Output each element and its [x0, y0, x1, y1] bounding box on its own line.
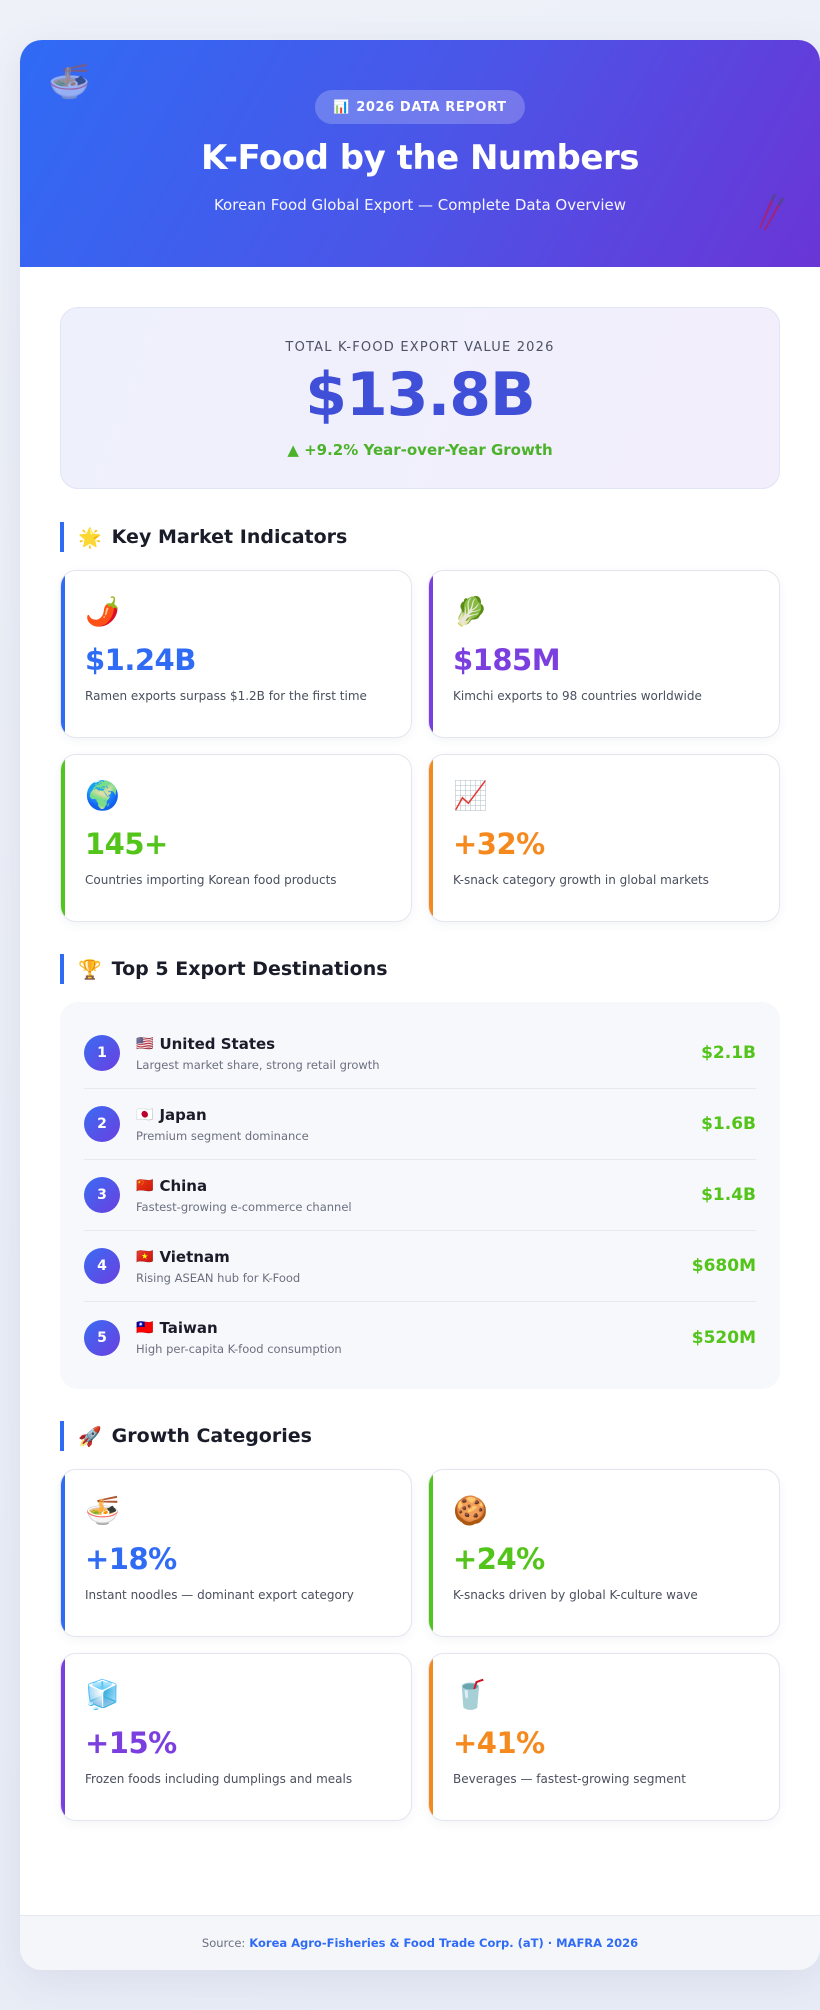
destination-value: $1.6B — [701, 1114, 756, 1134]
total-value: $13.8B — [305, 360, 536, 430]
section-title-indicators: 🌟 Key Market Indicators — [60, 522, 780, 552]
growth-desc: Instant noodles — dominant export catego… — [85, 1588, 354, 1602]
growth-card: 🍜 +18% Instant noodles — dominant export… — [60, 1469, 412, 1637]
destination-name: Taiwan — [159, 1319, 218, 1337]
trophy-icon: 🏆 — [78, 958, 102, 981]
growth-value: +18% — [85, 1542, 177, 1576]
indicator-value: 145+ — [85, 827, 168, 861]
indicator-card: 🌍 145+ Countries importing Korean food p… — [60, 754, 412, 922]
trend-up-icon: 📈 — [453, 779, 488, 812]
section-title-text: Top 5 Export Destinations — [111, 958, 388, 980]
destination-desc: Largest market share, strong retail grow… — [136, 1057, 380, 1072]
star-icon: 🌟 — [78, 526, 102, 549]
section-title-text: Key Market Indicators — [111, 526, 348, 548]
indicator-desc: K-snack category growth in global market… — [453, 873, 709, 887]
destination-value: $1.4B — [701, 1185, 756, 1205]
list-item: 1 🇺🇸 United States Largest market share,… — [84, 1018, 756, 1089]
rank-badge: 3 — [84, 1177, 120, 1213]
china-flag-icon: 🇨🇳 — [136, 1177, 154, 1194]
cookie-icon: 🍪 — [453, 1494, 488, 1527]
footer: Source: Korea Agro-Fisheries & Food Trad… — [20, 1915, 820, 1970]
growth-value: +15% — [85, 1726, 177, 1760]
source-link[interactable]: Korea Agro-Fisheries & Food Trade Corp. … — [249, 1936, 638, 1950]
page-subtitle: Korean Food Global Export — Complete Dat… — [213, 196, 627, 214]
indicator-desc: Kimchi exports to 98 countries worldwide — [453, 689, 702, 703]
list-item: 4 🇻🇳 Vietnam Rising ASEAN hub for K-Food… — [84, 1231, 756, 1302]
indicator-value: $1.24B — [85, 643, 196, 677]
section-title-destinations: 🏆 Top 5 Export Destinations — [60, 954, 780, 984]
source-prefix: Source: — [201, 1936, 246, 1950]
destinations-list: 1 🇺🇸 United States Largest market share,… — [60, 1002, 780, 1389]
badge-label: 2026 DATA REPORT — [356, 99, 507, 115]
destination-desc: Rising ASEAN hub for K-Food — [136, 1270, 301, 1285]
indicator-value: +32% — [453, 827, 545, 861]
bar-chart-icon: 📊 — [333, 99, 351, 115]
beverage-cup-icon: 🥤 — [453, 1678, 488, 1711]
list-item: 5 🇹🇼 Taiwan High per-capita K-food consu… — [84, 1302, 756, 1373]
japan-flag-icon: 🇯🇵 — [136, 1106, 154, 1123]
rank-badge: 2 — [84, 1106, 120, 1142]
vietnam-flag-icon: 🇻🇳 — [136, 1248, 154, 1265]
growth-grid: 🍜 +18% Instant noodles — dominant export… — [60, 1469, 780, 1821]
destination-name: United States — [159, 1034, 276, 1053]
destination-desc: Premium segment dominance — [136, 1128, 309, 1143]
growth-desc: K-snacks driven by global K-culture wave — [453, 1588, 698, 1602]
destination-name: Japan — [159, 1105, 207, 1124]
growth-card: 🍪 +24% K-snacks driven by global K-cultu… — [428, 1469, 780, 1637]
indicator-value: $185M — [453, 643, 561, 677]
indicator-card: 🌶️ $1.24B Ramen exports surpass $1.2B fo… — [60, 570, 412, 738]
taiwan-flag-icon: 🇹🇼 — [136, 1320, 154, 1336]
growth-card: 🥤 +41% Beverages — fastest-growing segme… — [428, 1653, 780, 1821]
noodle-bowl-icon: 🍜 — [85, 1494, 120, 1527]
indicator-desc: Ramen exports surpass $1.2B for the firs… — [85, 689, 367, 703]
destination-value: $680M — [691, 1256, 756, 1276]
destination-value: $520M — [691, 1327, 756, 1348]
report-card: 🍜 🥢 📊 2026 DATA REPORT K-Food by the Num… — [20, 40, 820, 1970]
growth-desc: Beverages — fastest-growing segment — [453, 1772, 686, 1786]
growth-value: +41% — [453, 1726, 545, 1760]
indicator-desc: Countries importing Korean food products — [85, 873, 337, 887]
growth-value: +24% — [453, 1542, 545, 1576]
section-title-text: Growth Categories — [111, 1425, 312, 1447]
rank-badge: 1 — [84, 1035, 120, 1071]
total-label: TOTAL K-FOOD EXPORT VALUE 2026 — [285, 340, 555, 355]
globe-icon: 🌍 — [85, 779, 120, 812]
page-title: K-Food by the Numbers — [201, 138, 639, 178]
destination-name: China — [159, 1176, 208, 1195]
yoy-growth: ▲ +9.2% Year-over-Year Growth — [287, 441, 553, 459]
rank-badge: 4 — [84, 1248, 120, 1284]
destination-desc: Fastest-growing e-commerce channel — [136, 1199, 352, 1214]
section-title-growth: 🚀 Growth Categories — [60, 1421, 780, 1451]
leafy-greens-icon: 🥬 — [453, 595, 488, 628]
list-item: 2 🇯🇵 Japan Premium segment dominance $1.… — [84, 1089, 756, 1160]
growth-card: 🧊 +15% Frozen foods including dumplings … — [60, 1653, 412, 1821]
destination-name: Vietnam — [159, 1247, 230, 1266]
rank-badge: 5 — [84, 1319, 120, 1356]
indicator-card: 🥬 $185M Kimchi exports to 98 countries w… — [428, 570, 780, 738]
report-badge: 📊 2026 DATA REPORT — [315, 90, 525, 124]
indicator-card: 📈 +32% K-snack category growth in global… — [428, 754, 780, 922]
chili-pepper-icon: 🌶️ — [85, 595, 120, 628]
total-export-panel: TOTAL K-FOOD EXPORT VALUE 2026 $13.8B ▲ … — [60, 307, 780, 489]
rocket-icon: 🚀 — [78, 1425, 102, 1448]
us-flag-icon: 🇺🇸 — [136, 1035, 154, 1052]
ice-cube-icon: 🧊 — [85, 1678, 120, 1711]
hero-banner: 🍜 🥢 📊 2026 DATA REPORT K-Food by the Num… — [20, 40, 820, 267]
destination-value: $2.1B — [701, 1043, 756, 1063]
growth-desc: Frozen foods including dumplings and mea… — [85, 1772, 353, 1786]
list-item: 3 🇨🇳 China Fastest-growing e-commerce ch… — [84, 1160, 756, 1231]
destination-desc: High per-capita K-food consumption — [136, 1342, 342, 1356]
indicators-grid: 🌶️ $1.24B Ramen exports surpass $1.2B fo… — [60, 570, 780, 922]
noodle-bowl-icon: 🍜 — [48, 62, 91, 102]
